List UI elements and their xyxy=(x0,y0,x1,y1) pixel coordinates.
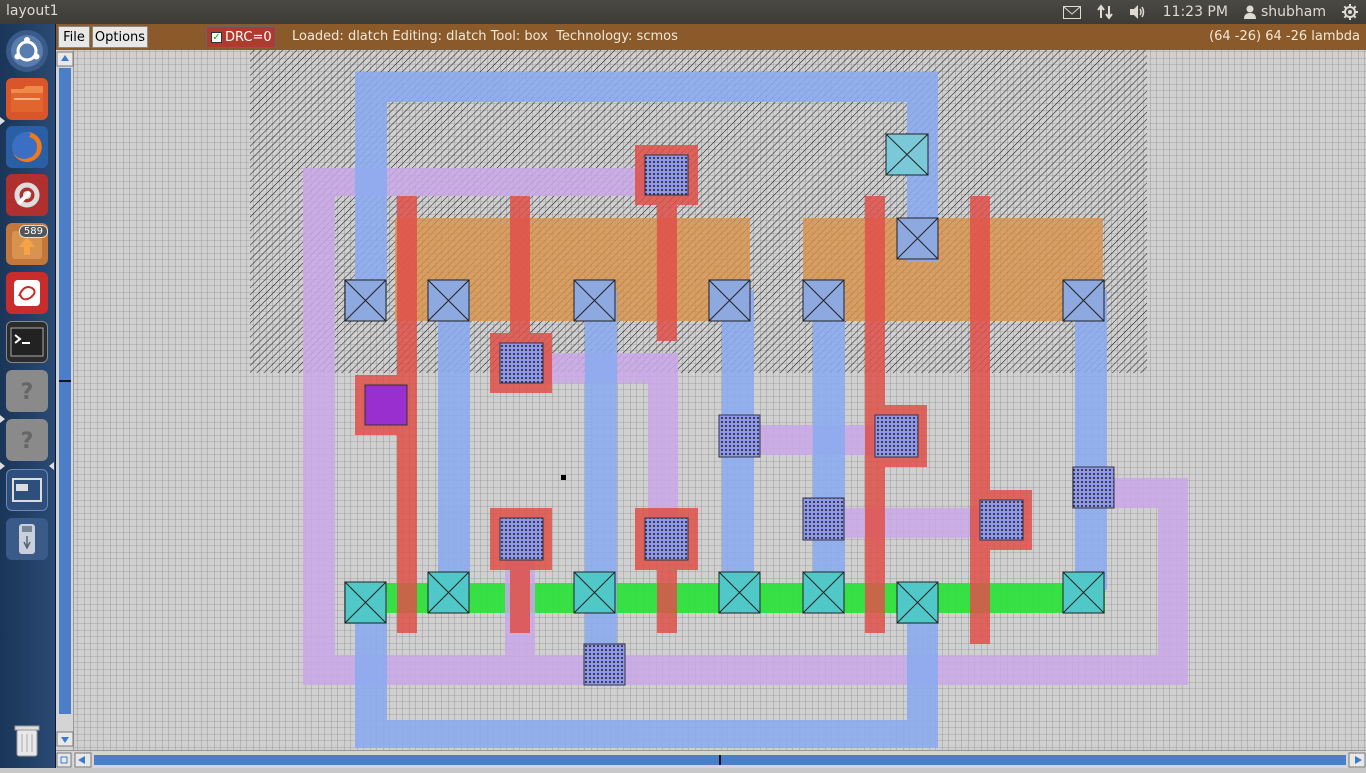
window-title: layout1 xyxy=(6,3,59,19)
volume-icon[interactable] xyxy=(1121,0,1155,24)
cursor-coordinates: (64 -26) 64 -26 lambda xyxy=(1209,29,1360,44)
magic-menubar: File Options ✓ DRC=0 Loaded: dlatch Edit… xyxy=(56,24,1366,50)
terminal-button[interactable] xyxy=(6,321,48,363)
layout-canvas[interactable] xyxy=(74,50,1366,750)
horizontal-scrollbar[interactable] xyxy=(56,750,1366,768)
update-manager-button[interactable]: 589 xyxy=(6,223,48,265)
vertical-scrollbar[interactable] xyxy=(56,50,74,750)
options-menu-button[interactable]: Options xyxy=(92,26,148,48)
launcher: 589 ? ? xyxy=(0,24,56,768)
status-text: Loaded: dlatch Editing: dlatch Tool: box… xyxy=(292,29,678,44)
box-tool-cursor xyxy=(561,475,566,480)
running-indicator xyxy=(0,415,5,423)
question-icon: ? xyxy=(21,380,34,405)
file-menu-button[interactable]: File xyxy=(58,26,90,48)
svg-text:?: ? xyxy=(21,380,34,405)
unknown-app-button-1[interactable]: ? xyxy=(6,370,48,412)
user-icon xyxy=(1243,5,1256,19)
unknown-app-button-2[interactable]: ? xyxy=(6,419,48,461)
usb-drive-button[interactable] xyxy=(6,518,48,560)
drc-label: DRC=0 xyxy=(225,29,272,45)
folder-icon xyxy=(11,86,43,112)
system-settings-button[interactable] xyxy=(6,174,48,216)
running-indicator xyxy=(0,117,5,125)
input-pin xyxy=(364,384,408,426)
focused-indicator xyxy=(49,462,54,470)
editor-icon xyxy=(14,280,40,306)
trash-button[interactable] xyxy=(6,719,48,761)
mail-icon[interactable] xyxy=(1055,0,1089,24)
text-editor-button[interactable] xyxy=(6,272,48,314)
running-indicator xyxy=(0,462,5,470)
checkbox-checked-icon: ✓ xyxy=(211,31,222,43)
clock[interactable]: 11:23 PM xyxy=(1155,0,1236,24)
firefox-icon xyxy=(12,132,42,162)
workspace-switcher-button[interactable] xyxy=(6,469,48,511)
dash-button[interactable] xyxy=(6,30,48,72)
files-button[interactable] xyxy=(6,78,48,120)
gear-icon[interactable] xyxy=(1334,0,1366,24)
layout-drawing xyxy=(74,50,1366,750)
firefox-button[interactable] xyxy=(6,126,48,168)
top-panel: layout1 11:23 PM shubham xyxy=(0,0,1366,24)
terminal-icon xyxy=(10,327,44,357)
update-count-badge: 589 xyxy=(18,225,48,238)
workspace-icon xyxy=(12,478,42,502)
svg-text:?: ? xyxy=(21,429,34,454)
user-menu[interactable]: shubham xyxy=(1236,0,1334,24)
panel-indicators: 11:23 PM shubham xyxy=(1055,0,1366,24)
network-icon[interactable] xyxy=(1089,0,1121,24)
settings-icon xyxy=(14,182,40,208)
ubuntu-logo-icon xyxy=(11,35,43,67)
drc-toggle[interactable]: ✓ DRC=0 xyxy=(206,26,276,48)
question-icon: ? xyxy=(21,429,34,454)
user-name: shubham xyxy=(1260,4,1326,20)
usb-icon xyxy=(19,524,35,554)
trash-icon xyxy=(14,725,40,757)
